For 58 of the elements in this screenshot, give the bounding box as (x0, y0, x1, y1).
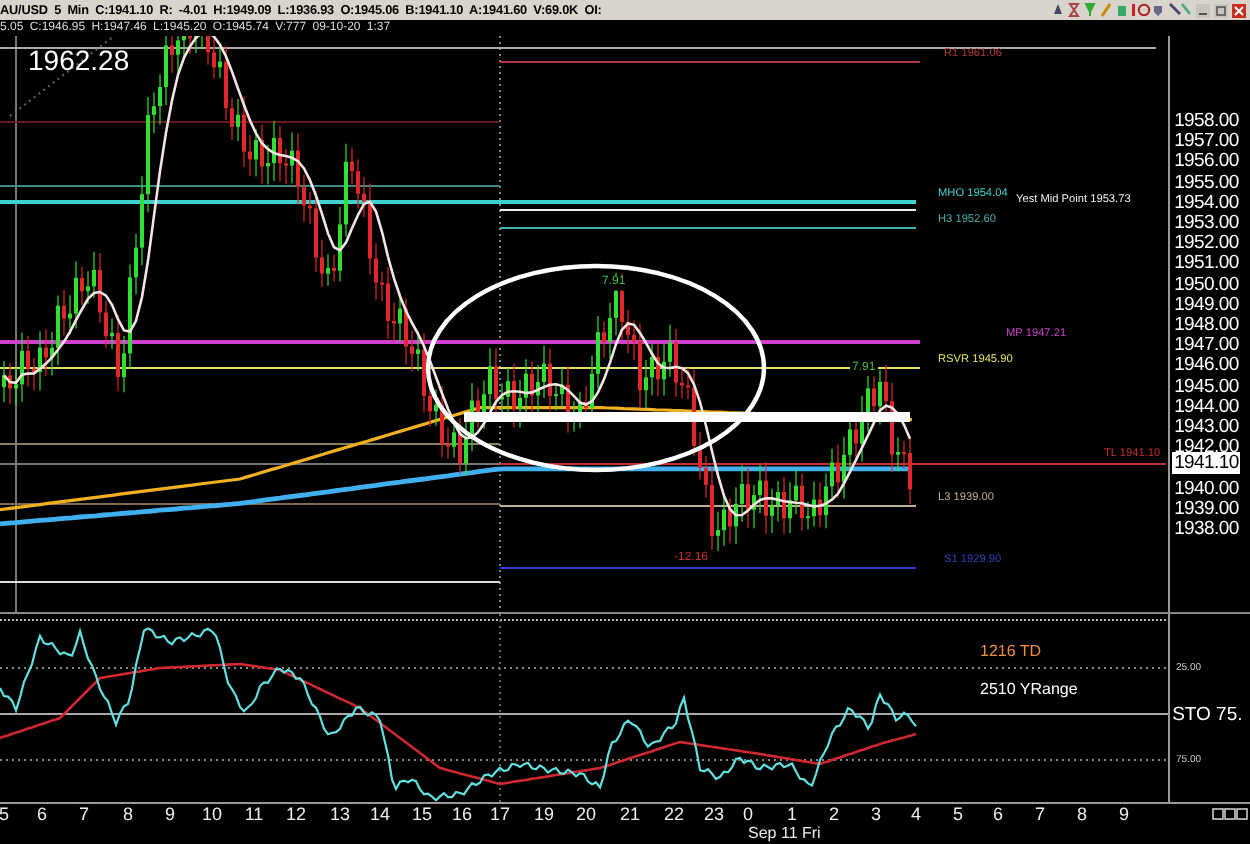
time-axis-label: 12 (286, 804, 306, 824)
time-axis-label: 6 (993, 804, 1003, 824)
time-axis-label: 7 (1035, 804, 1045, 824)
time-axis-label: 16 (452, 804, 472, 824)
price-axis-label: 1938.00 (1174, 520, 1239, 540)
time-axis-label: 15 (412, 804, 432, 824)
indicator-label: 1216 TD (980, 642, 1042, 660)
time-axis-label: 10 (202, 804, 222, 824)
price-axis-label: 1949.00 (1174, 295, 1239, 316)
time-axis-label: 5 (0, 804, 9, 824)
time-axis-label: 8 (123, 804, 133, 824)
panel-buttons-drawing[interactable] (1212, 808, 1248, 820)
oscillator-readout: STO 75. (1172, 704, 1243, 726)
high-price-label: 1962.28 (28, 44, 130, 76)
time-axis-label: 8 (1077, 804, 1087, 824)
date-label: Sep 11 Fri (748, 824, 821, 842)
maximize-icon[interactable] (1214, 3, 1228, 17)
price-axis-label: 1947.00 (1174, 336, 1239, 357)
time-axis-label: 17 (490, 804, 510, 824)
time-axis-label: 20 (576, 804, 596, 824)
price-axis-label: 1948.00 (1174, 316, 1239, 336)
time-axis-label: 6 (37, 804, 47, 824)
price-axis-label: 1955.00 (1174, 173, 1239, 194)
toolbar-icons-drawing[interactable] (1052, 2, 1192, 18)
price-axis-label: 1956.00 (1174, 152, 1239, 173)
time-axis-label: 9 (1119, 804, 1129, 824)
indicator-label: 2510 YRange (980, 680, 1078, 698)
close-icon[interactable] (1232, 3, 1246, 17)
price-axis-label: 1945.00 (1174, 377, 1239, 398)
time-axis-label: 4 (911, 804, 921, 824)
time-axis-label: 9 (165, 804, 175, 824)
price-axis-label: 1951.00 (1174, 254, 1239, 275)
price-axis-label: 1950.00 (1174, 275, 1239, 296)
current-price-badge: 1941.10 (1172, 452, 1241, 474)
price-axis-label: 1953.00 (1174, 214, 1239, 234)
price-axis-label: 1954.00 (1174, 193, 1239, 214)
time-axis-label: 13 (330, 804, 350, 824)
minimize-icon[interactable] (1196, 3, 1210, 17)
time-axis-label: 7 (79, 804, 89, 824)
price-axis-label: 1943.00 (1174, 418, 1239, 438)
time-axis-label: 14 (370, 804, 390, 824)
time-axis-label: 0 (743, 804, 753, 824)
price-axis-label: 1946.00 (1174, 356, 1239, 377)
price-axis-label: 1958.00 (1174, 112, 1239, 132)
time-axis-label: 3 (871, 804, 881, 824)
time-axis-label: 2 (829, 804, 839, 824)
price-axis-label: 1939.00 (1174, 499, 1239, 520)
time-axis-label: 21 (620, 804, 640, 824)
time-axis-label: 11 (244, 804, 264, 824)
time-axis-label: 22 (664, 804, 684, 824)
price-axis-label: 1957.00 (1174, 132, 1239, 153)
price-axis-label: 1944.00 (1174, 397, 1239, 418)
price-axis-label: 1952.00 (1174, 234, 1239, 255)
time-axis-label: 1 (787, 804, 797, 824)
time-axis-label: 5 (953, 804, 963, 824)
time-axis-label: 23 (704, 804, 724, 824)
time-axis-label: 19 (534, 804, 554, 824)
price-axis-label: 1940.00 (1174, 479, 1239, 500)
